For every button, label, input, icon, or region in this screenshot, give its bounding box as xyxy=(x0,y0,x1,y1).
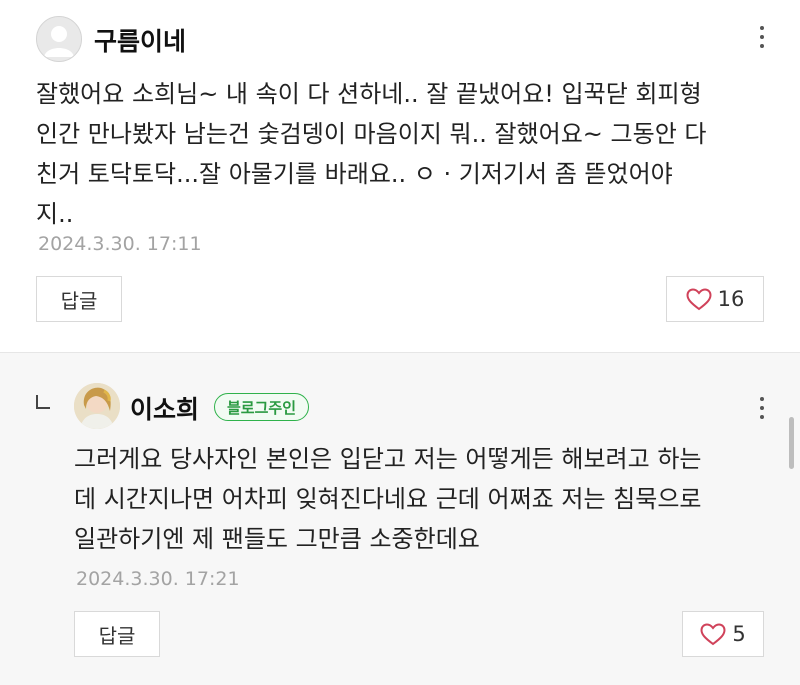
comment-body-line: 잘했어요 소희님~ 내 속이 다 션하네.. 잘 끝냈어요! 입꾹닫 회피형 xyxy=(36,80,702,108)
comment-item: 구름이네 잘했어요 소희님~ 내 속이 다 션하네.. 잘 끝냈어요! 입꾹닫 … xyxy=(0,0,800,352)
comment-body: 그러게요 당사자인 본인은 입닫고 저는 어떻게든 해보려고 하는 데 시간지나… xyxy=(74,439,774,559)
scrollbar[interactable] xyxy=(789,417,794,469)
default-avatar-icon[interactable] xyxy=(36,16,82,62)
like-count: 5 xyxy=(732,622,746,646)
avatar[interactable] xyxy=(74,383,120,429)
comment-timestamp: 2024.3.30. 17:21 xyxy=(76,568,240,590)
comment-author[interactable]: 구름이네 xyxy=(94,22,186,58)
like-count: 16 xyxy=(717,287,745,311)
reply-item: 이소희 블로그주인 그러게요 당사자인 본인은 입닫고 저는 어떻게든 해보려고… xyxy=(0,352,800,685)
comment-body-line: 지.. xyxy=(36,200,74,228)
more-vertical-icon[interactable] xyxy=(752,22,772,52)
reply-button-label: 답글 xyxy=(60,288,98,313)
comment-body-line: 그러게요 당사자인 본인은 입닫고 저는 어떻게든 해보려고 하는 xyxy=(74,445,702,473)
more-vertical-icon[interactable] xyxy=(752,393,772,423)
reply-button[interactable]: 답글 xyxy=(74,611,160,657)
reply-button-label: 답글 xyxy=(98,623,136,648)
comment-body-line: 인간 만나봤자 남는건 숯검뎅이 마음이지 뭐.. 잘했어요~ 그동안 다 xyxy=(36,120,707,148)
comment-body: 잘했어요 소희님~ 내 속이 다 션하네.. 잘 끝냈어요! 입꾹닫 회피형 인… xyxy=(36,74,776,234)
heart-outline-icon xyxy=(700,622,726,645)
comment-body-line: 일관하기엔 제 팬들도 그만큼 소중한데요 xyxy=(74,525,480,553)
comment-body-line: 데 시간지나면 어차피 잊혀진다네요 근데 어쩌죠 저는 침묵으로 xyxy=(74,485,702,513)
heart-outline-icon xyxy=(686,287,712,310)
comment-thread: 구름이네 잘했어요 소희님~ 내 속이 다 션하네.. 잘 끝냈어요! 입꾹닫 … xyxy=(0,0,800,685)
like-button[interactable]: 16 xyxy=(666,276,764,322)
like-button[interactable]: 5 xyxy=(682,611,764,657)
comment-body-line: 친거 토닥토닥...잘 아물기를 바래요.. ㅇ · 기저기서 좀 뜯었어야 xyxy=(36,160,673,188)
comment-timestamp: 2024.3.30. 17:11 xyxy=(38,233,202,255)
reply-button[interactable]: 답글 xyxy=(36,276,122,322)
blog-owner-badge: 블로그주인 xyxy=(214,393,310,421)
comment-author[interactable]: 이소희 xyxy=(130,390,199,426)
reply-arrow-icon xyxy=(36,395,50,409)
